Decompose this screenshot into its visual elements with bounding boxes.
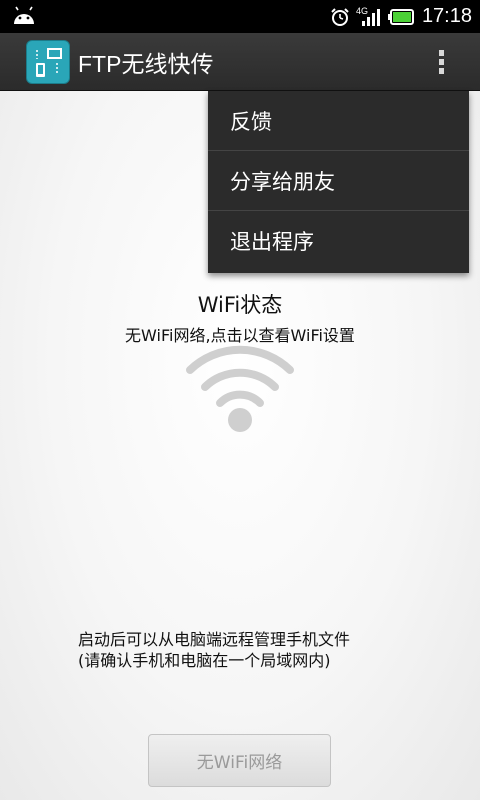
menu-item-share[interactable]: 分享给朋友 [208, 151, 469, 211]
info-text: 启动后可以从电脑端远程管理手机文件 (请确认手机和电脑在一个局域网内) [78, 629, 418, 671]
popup-menu: 反馈 分享给朋友 退出程序 [208, 91, 469, 273]
signal-icon: 4G [356, 6, 382, 28]
info-line-2: (请确认手机和电脑在一个局域网内) [78, 651, 331, 670]
status-bar: 4G 17:18 [0, 0, 480, 33]
app-title: FTP无线快传 [78, 51, 214, 77]
clock: 17:18 [421, 5, 472, 27]
app-icon[interactable] [26, 40, 70, 84]
action-bar: FTP无线快传 [0, 33, 480, 91]
info-line-1: 启动后可以从电脑端远程管理手机文件 [78, 630, 351, 649]
battery-icon [387, 8, 414, 25]
wifi-icon[interactable] [186, 342, 294, 434]
start-server-button[interactable]: 无WiFi网络 [148, 734, 331, 787]
wifi-status-title: WiFi状态 [197, 293, 283, 317]
alarm-icon [331, 7, 349, 26]
menu-item-exit[interactable]: 退出程序 [208, 211, 469, 271]
overflow-menu-icon[interactable] [432, 47, 450, 77]
android-icon [14, 6, 34, 24]
menu-item-feedback[interactable]: 反馈 [208, 91, 469, 151]
